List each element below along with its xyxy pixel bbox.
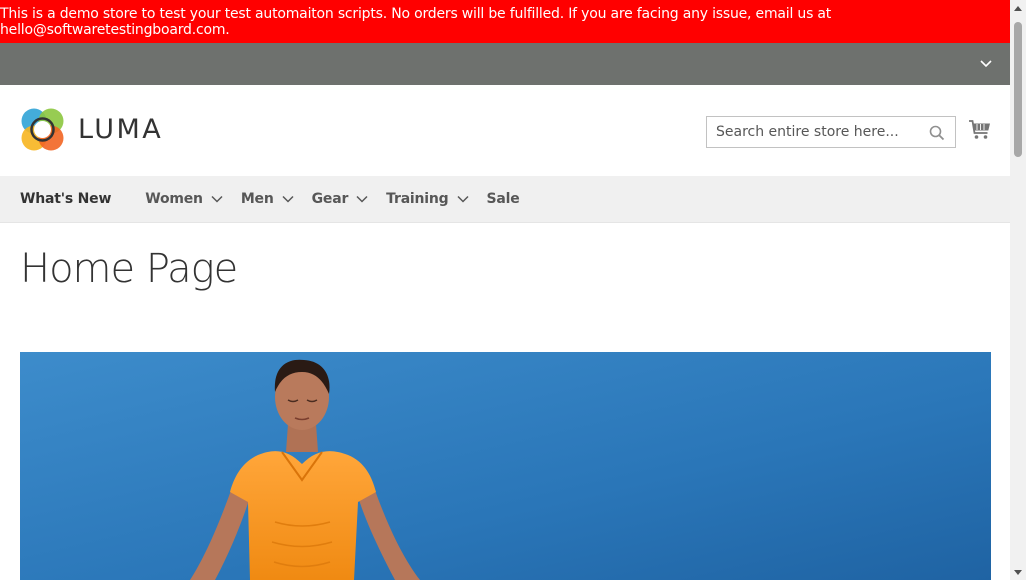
nav-item-label: Men bbox=[240, 191, 274, 207]
hero-image bbox=[20, 352, 991, 580]
nav-item-label: Training bbox=[386, 191, 449, 207]
nav-item-label: Gear bbox=[311, 191, 349, 207]
nav-item-label: Women bbox=[145, 191, 203, 207]
nav-item-sale[interactable]: Sale bbox=[487, 191, 520, 207]
chevron-down-icon bbox=[211, 195, 223, 203]
demo-notice-text: This is a demo store to test your test a… bbox=[0, 5, 832, 38]
scroll-up-arrow-icon[interactable] bbox=[1010, 0, 1026, 16]
nav-item-training[interactable]: Training bbox=[386, 191, 469, 207]
nav-item-label: What's New bbox=[20, 191, 112, 207]
nav-item-men[interactable]: Men bbox=[241, 191, 294, 207]
search-input[interactable] bbox=[707, 117, 955, 147]
page-title: Home Page bbox=[20, 246, 238, 292]
panel-header bbox=[0, 43, 1010, 85]
scroll-down-arrow-icon[interactable] bbox=[1010, 564, 1026, 580]
chevron-down-icon bbox=[282, 195, 294, 203]
site-header: LUMA bbox=[0, 85, 1010, 176]
vertical-scrollbar[interactable] bbox=[1010, 0, 1026, 580]
demo-notice: This is a demo store to test your test a… bbox=[0, 0, 1010, 43]
main-navigation: What's New Women Men Gear Training Sale bbox=[0, 176, 1010, 223]
luma-logo-icon bbox=[21, 108, 64, 151]
hero-banner[interactable] bbox=[20, 352, 991, 580]
cart-icon[interactable] bbox=[968, 118, 992, 142]
search-icon[interactable] bbox=[929, 125, 945, 141]
nav-item-label: Sale bbox=[486, 191, 520, 207]
nav-item-women[interactable]: Women bbox=[145, 191, 223, 207]
chevron-down-icon[interactable] bbox=[978, 56, 994, 72]
chevron-down-icon bbox=[356, 195, 368, 203]
nav-item-gear[interactable]: Gear bbox=[312, 191, 369, 207]
page: This is a demo store to test your test a… bbox=[0, 0, 1026, 580]
logo-text: LUMA bbox=[78, 114, 164, 145]
nav-item-whats-new[interactable]: What's New bbox=[20, 191, 111, 207]
search-box bbox=[706, 116, 956, 148]
store-logo[interactable]: LUMA bbox=[20, 107, 163, 152]
chevron-down-icon bbox=[456, 195, 469, 203]
scrollbar-thumb[interactable] bbox=[1014, 22, 1022, 157]
